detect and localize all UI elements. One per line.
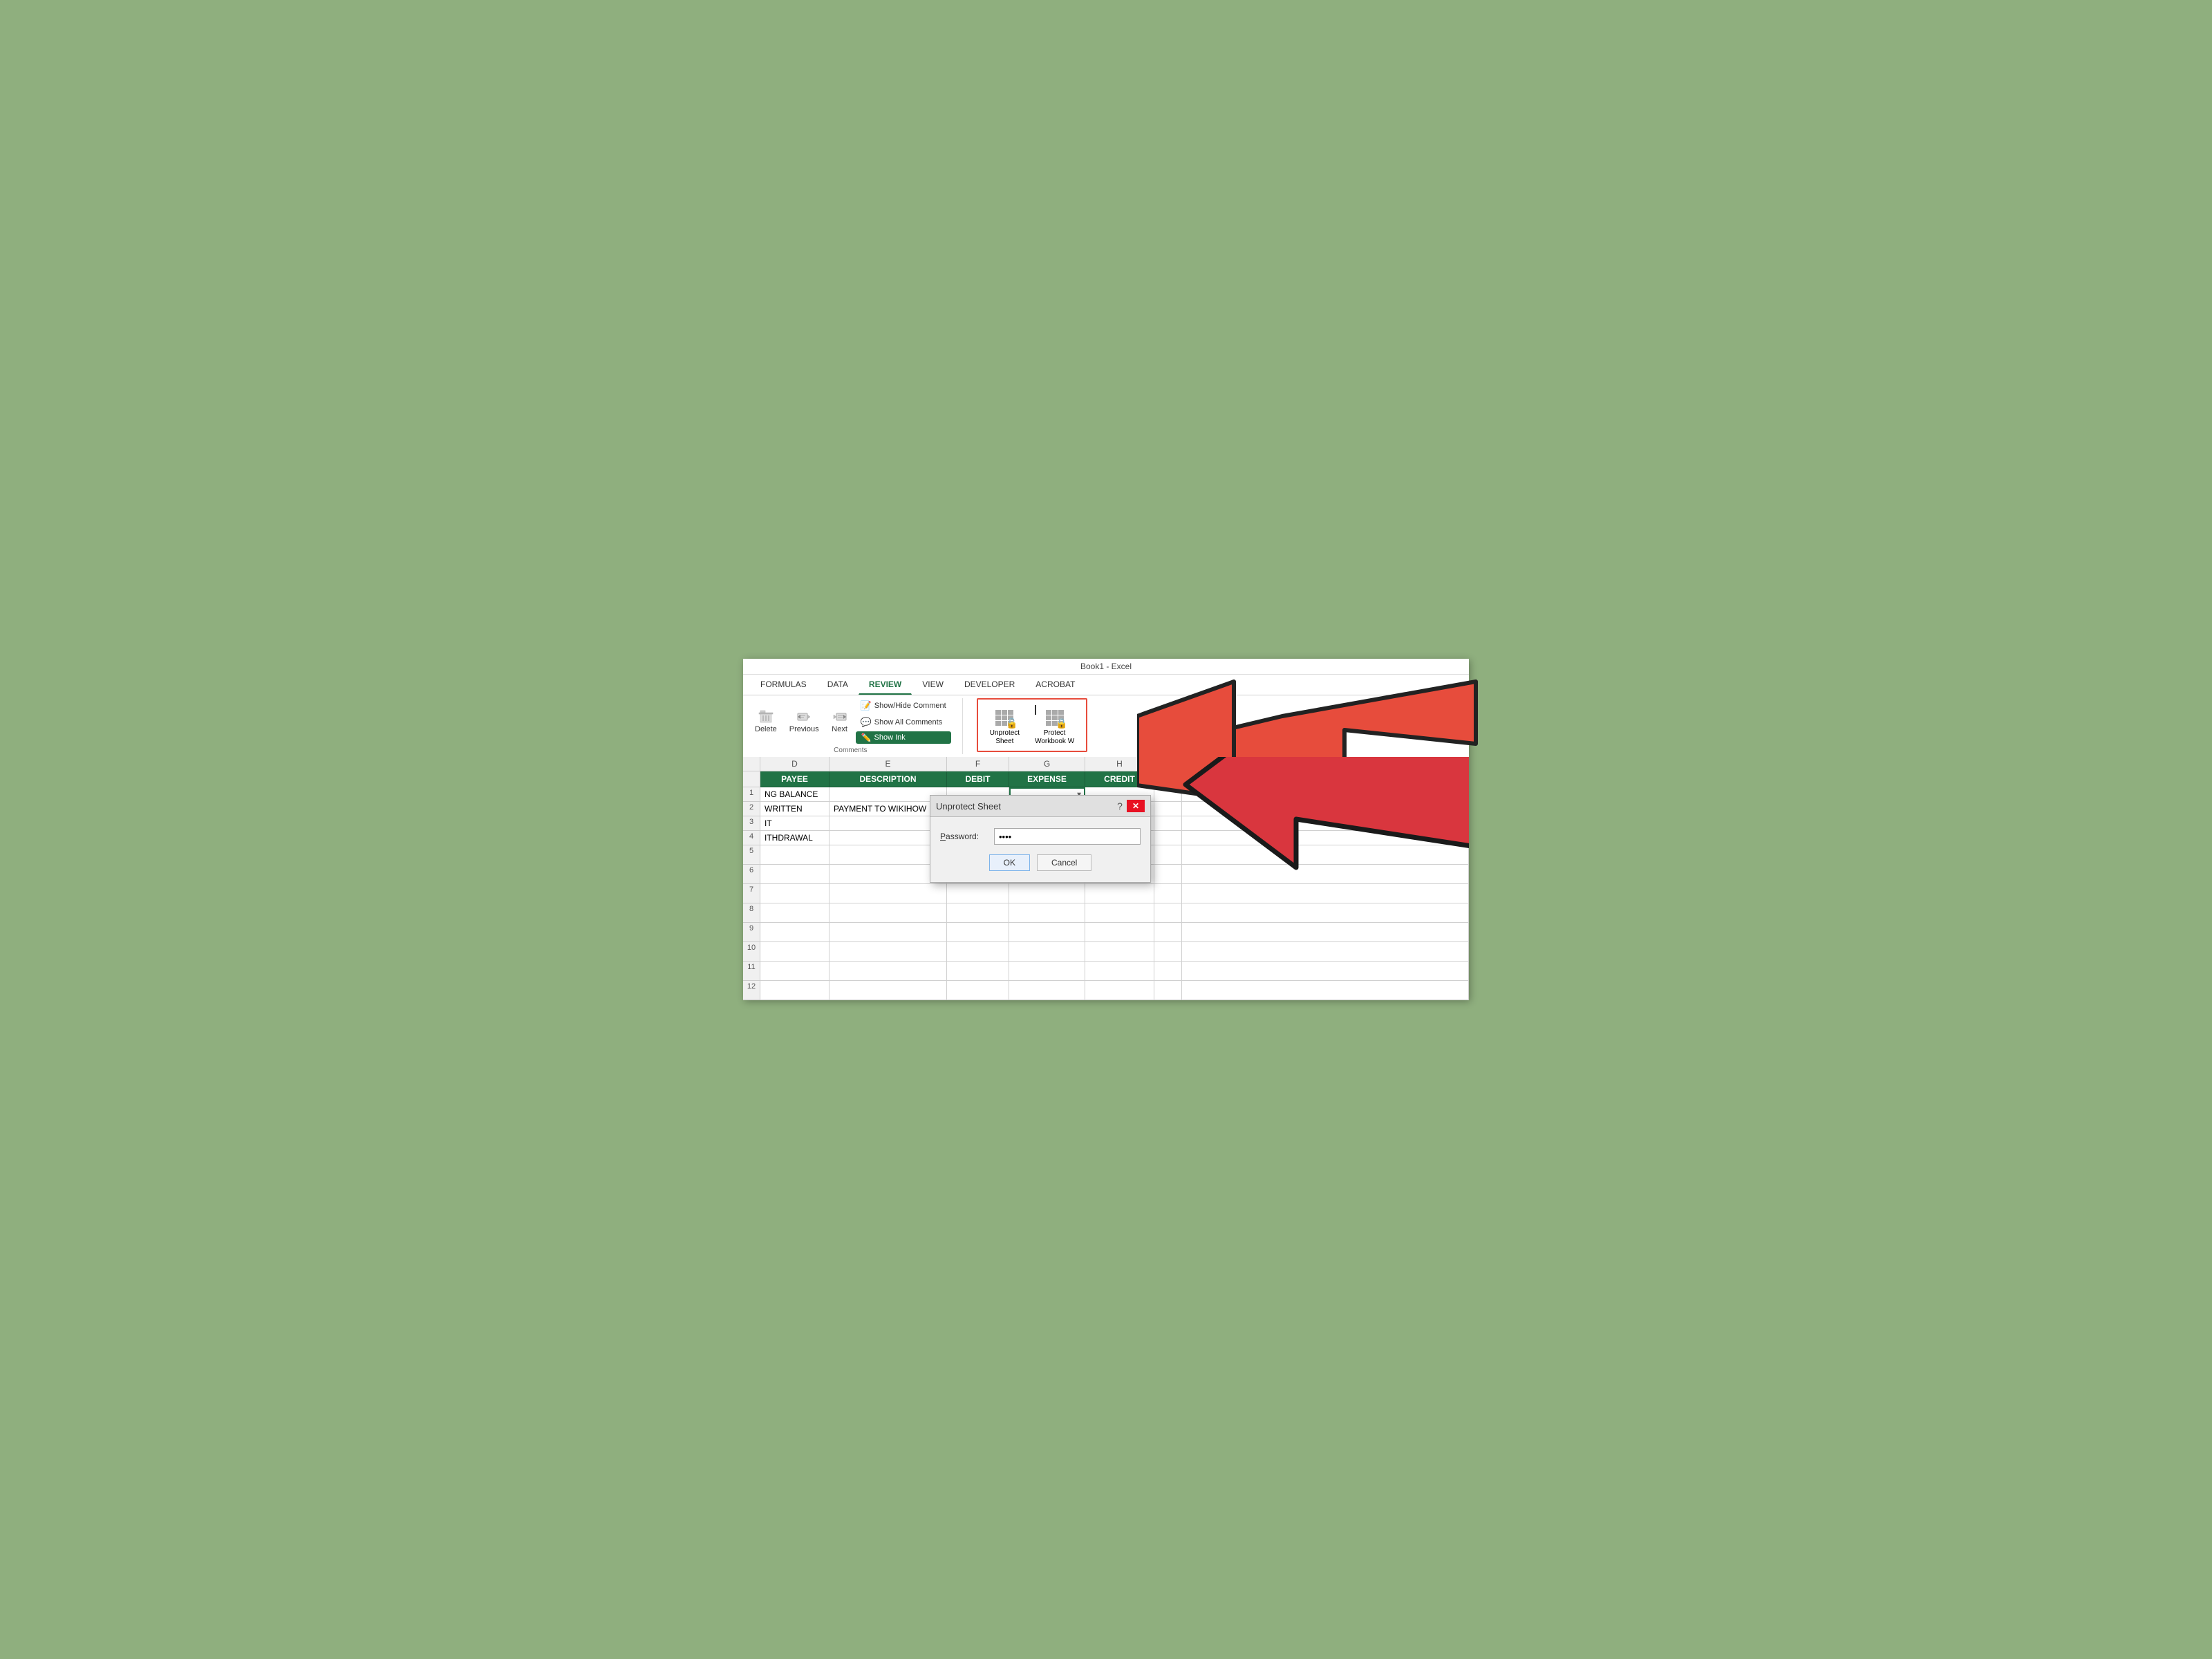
corner-cell bbox=[743, 757, 760, 771]
comment-icon: 📝 bbox=[861, 700, 872, 711]
description-header: DESCRIPTION bbox=[830, 771, 947, 787]
dialog-close-button[interactable]: ✕ bbox=[1127, 800, 1145, 812]
row3-in bbox=[1154, 816, 1182, 831]
row3-payee[interactable]: IT bbox=[760, 816, 830, 831]
password-input[interactable] bbox=[994, 828, 1141, 845]
tab-view[interactable]: VIEW bbox=[912, 675, 954, 695]
row2-in bbox=[1154, 802, 1182, 816]
row1-payee[interactable]: NG BALANCE bbox=[760, 787, 830, 802]
dialog-title: Unprotect Sheet bbox=[936, 801, 1001, 812]
title-bar: Book1 - Excel bbox=[743, 659, 1469, 675]
protect-lock-icon: 🔒 bbox=[1056, 718, 1067, 729]
row1-balance: $1,000.00 bbox=[1182, 787, 1469, 802]
row-1-num: 1 bbox=[743, 787, 760, 802]
credit-header: CREDIT bbox=[1085, 771, 1154, 787]
excel-window: Book1 - Excel FORMULAS DATA REVIEW VIEW … bbox=[743, 659, 1469, 1000]
previous-icon bbox=[796, 709, 812, 725]
show-all-label: Show All Comments bbox=[874, 718, 942, 727]
window-title: Book1 - Excel bbox=[1080, 662, 1132, 671]
table-row: 11 bbox=[743, 962, 1469, 981]
table-row: 12 bbox=[743, 981, 1469, 1000]
row1-in bbox=[1154, 787, 1182, 802]
table-row: 9 bbox=[743, 923, 1469, 942]
col-label-row: D E F G H I K bbox=[743, 757, 1469, 771]
lock-icon: 🔓 bbox=[1006, 718, 1018, 729]
debit-header: DEBIT bbox=[947, 771, 1009, 787]
protect-workbook-label: ProtectWorkbook W bbox=[1035, 729, 1074, 746]
next-label: Next bbox=[832, 725, 847, 733]
tab-data[interactable]: DATA bbox=[817, 675, 859, 695]
expense-header: EXPENSE bbox=[1009, 771, 1085, 787]
protect-workbook-button[interactable]: 🔒 ProtectWorkbook W bbox=[1029, 702, 1080, 748]
row-3-num: 3 bbox=[743, 816, 760, 831]
dialog-titlebar: Unprotect Sheet ? ✕ bbox=[930, 796, 1150, 817]
next-icon bbox=[832, 709, 848, 725]
ribbon-content: Delete Previous bbox=[743, 695, 1469, 757]
unprotect-sheet-icon: 🔓 bbox=[991, 706, 1018, 729]
spreadsheet-area: D E F G H I K PAYEE DESCRIPTION DEBIT EX… bbox=[743, 757, 1469, 1000]
tab-developer[interactable]: DEVELOPER bbox=[954, 675, 1025, 695]
comments-buttons-row: Delete Previous bbox=[750, 698, 951, 744]
delete-label: Delete bbox=[755, 725, 777, 733]
previous-button[interactable]: Previous bbox=[785, 705, 824, 737]
password-row: Password: bbox=[940, 828, 1141, 845]
table-row: 10 bbox=[743, 942, 1469, 962]
tab-review[interactable]: REVIEW bbox=[859, 675, 912, 695]
row4-payee[interactable]: ITHDRAWAL bbox=[760, 831, 830, 845]
row2-payee[interactable]: WRITTEN bbox=[760, 802, 830, 816]
comments-group: Delete Previous bbox=[750, 698, 963, 754]
unprotect-sheet-label: UnprotectSheet bbox=[990, 729, 1020, 746]
col-d-label: D bbox=[760, 757, 830, 771]
col-k-label: K bbox=[1182, 757, 1469, 771]
show-ink-button[interactable]: ✏️ Show Ink bbox=[856, 731, 951, 744]
table-row: 7 bbox=[743, 884, 1469, 903]
table-row: 8 bbox=[743, 903, 1469, 923]
unprotect-sheet-dialog: Unprotect Sheet ? ✕ Password: OK Cancel bbox=[930, 795, 1151, 883]
tab-formulas[interactable]: FORMULAS bbox=[750, 675, 817, 695]
col-f-label: F bbox=[947, 757, 1009, 771]
ribbon-tabs: FORMULAS DATA REVIEW VIEW DEVELOPER ACRO… bbox=[743, 675, 1469, 695]
row2-balance: $500.00 bbox=[1182, 802, 1469, 816]
show-ink-label: Show Ink bbox=[874, 733, 906, 742]
dialog-buttons: OK Cancel bbox=[940, 854, 1141, 871]
cursor-indicator bbox=[1035, 705, 1036, 715]
show-hide-comment-button[interactable]: 📝 Show/Hide Comment bbox=[856, 698, 951, 713]
comments-side-buttons: 📝 Show/Hide Comment 💬 Show All Comments … bbox=[856, 698, 951, 744]
protect-buttons-row: 🔓 UnprotectSheet 🔒 ProtectWorkbook bbox=[984, 702, 1080, 748]
dialog-controls: ? ✕ bbox=[1117, 800, 1145, 812]
row-2-num: 2 bbox=[743, 802, 760, 816]
ink-icon: ✏️ bbox=[861, 733, 872, 742]
tab-acrobat[interactable]: ACROBAT bbox=[1025, 675, 1085, 695]
col-g-label: G bbox=[1009, 757, 1085, 771]
all-comments-icon: 💬 bbox=[861, 717, 872, 728]
protect-workbook-icon: 🔒 bbox=[1042, 706, 1068, 729]
in-header: IN bbox=[1154, 771, 1182, 787]
col-e-label: E bbox=[830, 757, 947, 771]
row4-balance: $900.00 bbox=[1182, 831, 1469, 845]
delete-button[interactable]: Delete bbox=[750, 705, 782, 737]
next-button[interactable]: Next bbox=[827, 705, 853, 737]
balance-header: BALANCE bbox=[1182, 771, 1469, 787]
cancel-button[interactable]: Cancel bbox=[1037, 854, 1091, 871]
row-4-num: 4 bbox=[743, 831, 760, 845]
previous-label: Previous bbox=[789, 725, 819, 733]
dialog-help-button[interactable]: ? bbox=[1117, 800, 1123, 812]
dialog-overlay: Unprotect Sheet ? ✕ Password: OK Cancel bbox=[930, 795, 1151, 883]
row3-balance: $1,250.00 bbox=[1182, 816, 1469, 831]
comments-group-label: Comments bbox=[834, 747, 867, 754]
payee-header: PAYEE bbox=[760, 771, 830, 787]
col-i-label: I bbox=[1154, 757, 1182, 771]
delete-icon bbox=[758, 709, 774, 725]
header-row-num bbox=[743, 771, 760, 787]
password-label: Password: bbox=[940, 832, 988, 841]
protect-group: 🔓 UnprotectSheet 🔒 ProtectWorkbook bbox=[977, 698, 1087, 752]
ok-button[interactable]: OK bbox=[989, 854, 1030, 871]
show-all-comments-button[interactable]: 💬 Show All Comments bbox=[856, 715, 951, 730]
dialog-body: Password: OK Cancel bbox=[930, 817, 1150, 882]
unprotect-sheet-button[interactable]: 🔓 UnprotectSheet bbox=[984, 702, 1026, 748]
header-row: PAYEE DESCRIPTION DEBIT EXPENSE CREDIT I… bbox=[743, 771, 1469, 787]
row4-in bbox=[1154, 831, 1182, 845]
show-hide-label: Show/Hide Comment bbox=[874, 702, 946, 710]
col-h-label: H bbox=[1085, 757, 1154, 771]
